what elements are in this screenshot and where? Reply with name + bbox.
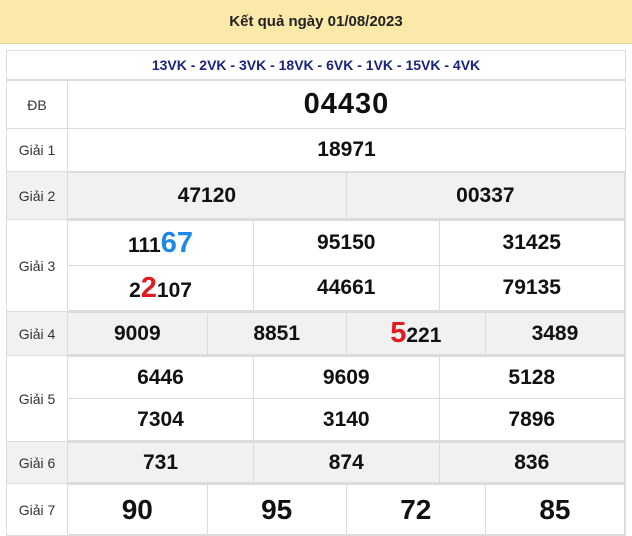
prize-number: 9609 bbox=[253, 356, 440, 399]
prize-label: Giải 5 bbox=[6, 355, 68, 442]
prize-label: ĐB bbox=[6, 80, 68, 129]
row-prize-2: Giải 2 47120 00337 bbox=[6, 171, 626, 220]
prize-number: 7304 bbox=[68, 398, 254, 441]
prize-number: 5128 bbox=[438, 356, 625, 399]
special-prize-number: 04430 bbox=[67, 80, 626, 129]
highlight-digits: 2 bbox=[140, 271, 157, 304]
prize-number: 95 bbox=[206, 484, 347, 535]
row-special-prize: ĐB 04430 bbox=[6, 80, 626, 129]
highlight-digits: 67 bbox=[160, 226, 193, 259]
prize-number: 9009 bbox=[68, 312, 208, 355]
result-date-title: Kết quả ngày 01/08/2023 bbox=[0, 0, 632, 44]
prize-number: 22107 bbox=[68, 265, 254, 311]
ticket-codes: 13VK - 2VK - 3VK - 18VK - 6VK - 1VK - 15… bbox=[6, 50, 626, 80]
row-prize-1: Giải 1 18971 bbox=[6, 128, 626, 172]
highlight-digits: 5 bbox=[390, 317, 407, 349]
row-prize-4: Giải 4 9009 8851 5221 3489 bbox=[6, 311, 626, 356]
prize-number: 6446 bbox=[68, 356, 254, 399]
prize-number: 731 bbox=[68, 442, 254, 483]
results-table: ĐB 04430 Giải 1 18971 Giải 2 47120 00337… bbox=[6, 80, 626, 536]
prize-number: 5221 bbox=[345, 312, 486, 355]
prize-number: 3489 bbox=[484, 312, 626, 355]
prize-number: 90 bbox=[68, 484, 208, 535]
prize-number: 7896 bbox=[438, 398, 625, 441]
prize-number: 44661 bbox=[253, 265, 440, 311]
prize-label: Giải 2 bbox=[6, 171, 68, 220]
prize-label: Giải 7 bbox=[6, 483, 68, 536]
row-prize-7: Giải 7 90 95 72 85 bbox=[6, 483, 626, 536]
prize-number: 18971 bbox=[67, 128, 626, 172]
prize-label: Giải 6 bbox=[6, 441, 68, 484]
row-prize-3: Giải 3 11167 95150 31425 22107 44661 791… bbox=[6, 219, 626, 312]
prize-number: 72 bbox=[345, 484, 486, 535]
prize-number: 00337 bbox=[345, 172, 626, 219]
row-prize-6: Giải 6 731 874 836 bbox=[6, 441, 626, 484]
row-prize-5: Giải 5 6446 9609 5128 7304 3140 7896 bbox=[6, 355, 626, 442]
prize-number: 3140 bbox=[253, 398, 440, 441]
prize-label: Giải 1 bbox=[6, 128, 68, 172]
prize-number: 836 bbox=[438, 442, 625, 483]
prize-number: 79135 bbox=[438, 265, 625, 311]
lottery-result-widget: Kết quả ngày 01/08/2023 13VK - 2VK - 3VK… bbox=[0, 0, 632, 536]
prize-number: 874 bbox=[253, 442, 440, 483]
prize-number: 95150 bbox=[253, 220, 440, 266]
prize-label: Giải 4 bbox=[6, 311, 68, 356]
prize-number: 8851 bbox=[206, 312, 347, 355]
prize-number: 11167 bbox=[68, 220, 254, 266]
prize-number: 47120 bbox=[68, 172, 347, 219]
prize-number: 31425 bbox=[438, 220, 625, 266]
prize-number: 85 bbox=[484, 484, 626, 535]
prize-label: Giải 3 bbox=[6, 219, 68, 312]
